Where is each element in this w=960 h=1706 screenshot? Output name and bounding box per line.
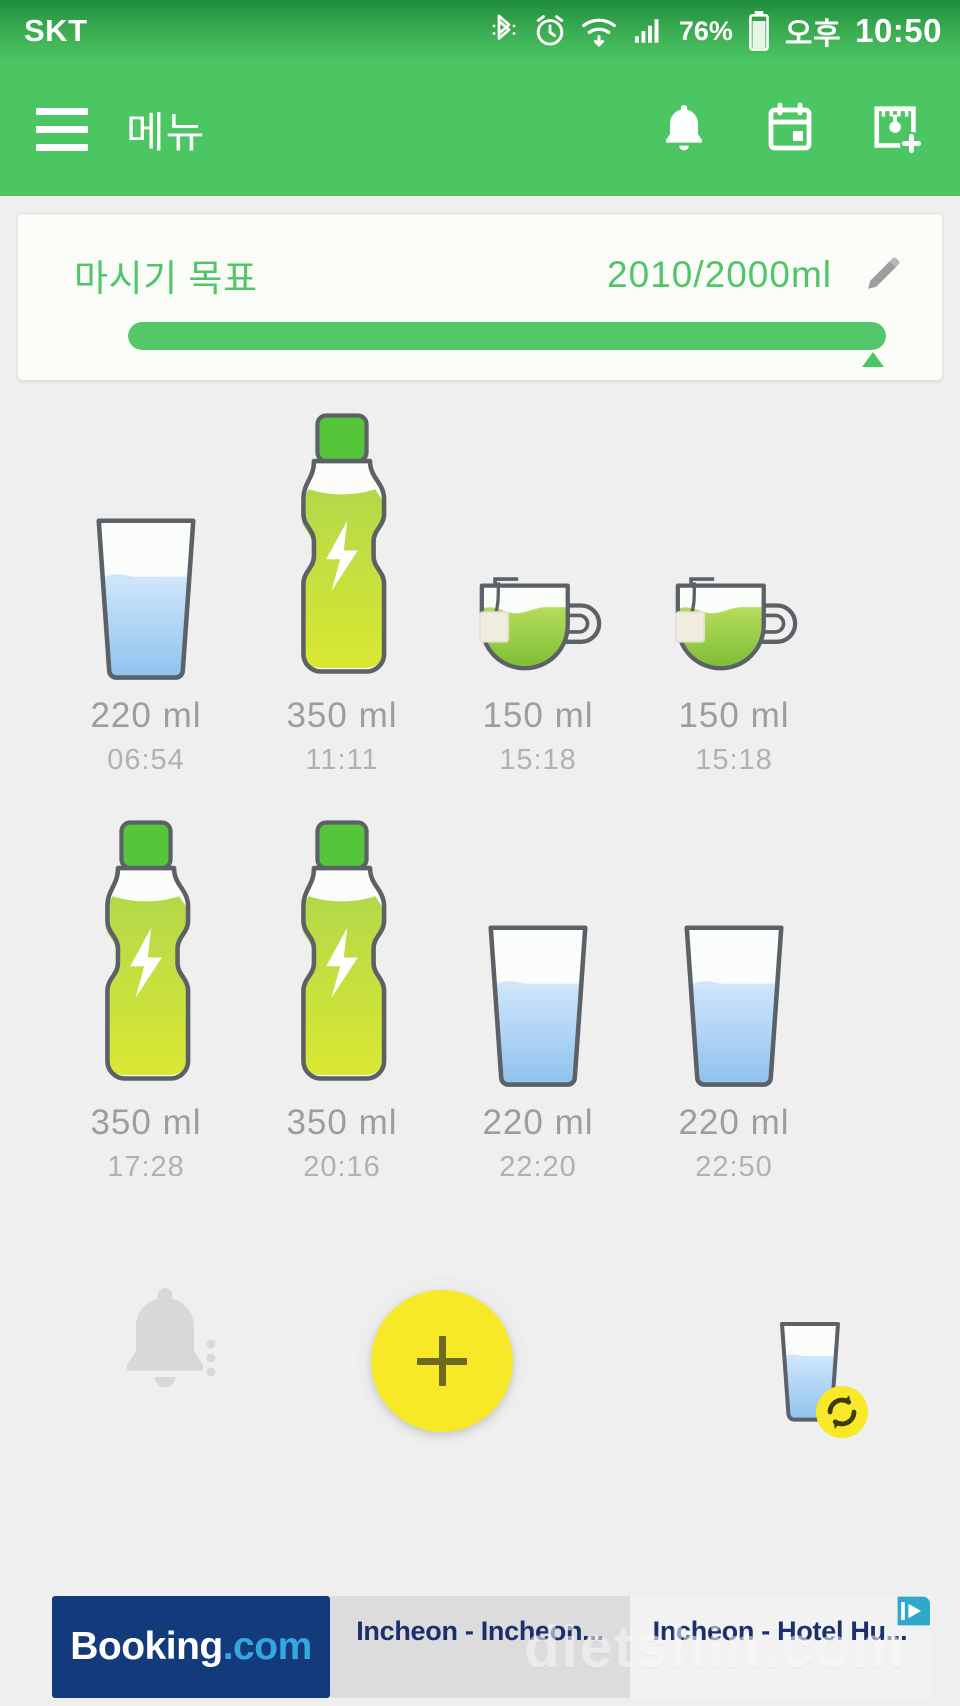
- drink-entry[interactable]: 220 ml 22:50: [636, 799, 832, 1184]
- drink-entry[interactable]: 150 ml 15:18: [440, 392, 636, 777]
- plus-icon-vertical: [438, 1336, 446, 1386]
- calendar-icon[interactable]: [764, 101, 816, 157]
- drink-amount: 220 ml: [482, 1103, 594, 1142]
- app-root: SKT 76% 오후 10:50 메뉴 마시기 목표 2010/2000ml 2…: [0, 0, 960, 1706]
- drink-log-grid: 220 ml 06:54 350 ml 11:11 150 ml 15:18 1…: [0, 392, 960, 1184]
- ad-listing-2-text: Incheon - Hotel Hu...: [652, 1616, 908, 1646]
- bell-reminder-icon: [127, 1288, 216, 1388]
- progress-track: [128, 322, 886, 350]
- ad-brand-logo[interactable]: Booking.com: [52, 1596, 330, 1698]
- quick-add-button[interactable]: [754, 1312, 874, 1442]
- ad-brand-suffix: .com: [222, 1625, 313, 1668]
- pencil-icon[interactable]: [860, 253, 904, 297]
- clock-label: 10:50: [855, 12, 942, 49]
- app-bar: 메뉴: [0, 62, 960, 196]
- drink-entry[interactable]: 220 ml 06:54: [48, 392, 244, 777]
- bluetooth-icon: [492, 14, 516, 40]
- drink-time: 20:16: [303, 1151, 381, 1183]
- glass-refresh-icon: [780, 1322, 868, 1438]
- drink-icon-box: [275, 392, 409, 682]
- adchoices-icon[interactable]: [894, 1596, 930, 1626]
- goal-amount: 2010/2000ml: [607, 254, 832, 295]
- drink-entry[interactable]: 150 ml 15:18: [636, 392, 832, 777]
- ad-brand-text: Booking.com: [70, 1625, 312, 1669]
- water-glass-icon: [684, 925, 784, 1087]
- sports-drink-bottle-icon: [105, 820, 191, 1081]
- reminder-button[interactable]: [105, 1272, 225, 1402]
- drink-amount: 350 ml: [286, 696, 398, 735]
- drink-time: 06:54: [107, 744, 185, 776]
- drink-entry[interactable]: 350 ml 17:28: [48, 799, 244, 1184]
- goal-label: 마시기 목표: [74, 258, 258, 299]
- drink-time: 22:20: [499, 1151, 577, 1183]
- progress-marker-icon: [862, 352, 884, 367]
- tea-cup-icon: [675, 577, 798, 671]
- drink-amount: 150 ml: [482, 696, 594, 735]
- drink-time: 17:28: [107, 1151, 185, 1183]
- signal-icon: [634, 19, 659, 43]
- drink-amount: 150 ml: [678, 696, 790, 735]
- alarm-icon: [536, 15, 564, 46]
- goal-header: 마시기 목표 2010/2000ml: [18, 214, 942, 302]
- ad-banner[interactable]: Booking.com Incheon - Incheon... Incheon…: [0, 1590, 960, 1706]
- drink-time: 11:11: [305, 744, 379, 776]
- status-icons: 76% 오후 10:50: [489, 9, 942, 53]
- add-drink-icon[interactable]: [870, 100, 924, 158]
- drink-amount: 220 ml: [90, 696, 202, 735]
- drink-time: 22:50: [695, 1151, 773, 1183]
- hamburger-menu-icon[interactable]: [36, 107, 88, 151]
- wifi-icon: [581, 18, 616, 48]
- drink-icon-box: [671, 799, 797, 1089]
- sports-drink-bottle-icon: [301, 820, 387, 1081]
- battery-icon: [749, 11, 769, 51]
- app-bar-actions: [658, 100, 932, 158]
- tea-cup-icon: [479, 577, 602, 671]
- goal-progress: [128, 322, 886, 367]
- progress-fill: [128, 322, 886, 350]
- drink-icon-box: [462, 392, 614, 682]
- drink-entry[interactable]: 220 ml 22:20: [440, 799, 636, 1184]
- ad-listing-1[interactable]: Incheon - Incheon...: [330, 1596, 630, 1698]
- add-drink-fab[interactable]: [371, 1290, 513, 1432]
- goal-card[interactable]: 마시기 목표 2010/2000ml: [17, 213, 943, 381]
- drink-row: 350 ml 17:28 350 ml 20:16 220 ml 22:20 2…: [0, 799, 960, 1184]
- drink-entry[interactable]: 350 ml 20:16: [244, 799, 440, 1184]
- water-glass-icon: [96, 518, 196, 680]
- ad-brand-name: Booking: [70, 1625, 223, 1668]
- carrier-label: SKT: [24, 13, 88, 48]
- drink-time: 15:18: [695, 744, 773, 776]
- drink-amount: 220 ml: [678, 1103, 790, 1142]
- bell-icon[interactable]: [658, 101, 710, 157]
- drink-icon-box: [475, 799, 601, 1089]
- page-title: 메뉴: [126, 108, 206, 156]
- drink-icon-box: [79, 799, 213, 1089]
- drink-amount: 350 ml: [90, 1103, 202, 1142]
- drink-icon-box: [658, 392, 810, 682]
- water-glass-icon: [488, 925, 588, 1087]
- am-pm-label: 오후: [784, 18, 842, 51]
- ad-listing-1-text: Incheon - Incheon...: [356, 1616, 604, 1646]
- battery-percent-label: 76%: [678, 15, 733, 46]
- drink-row: 220 ml 06:54 350 ml 11:11 150 ml 15:18 1…: [0, 392, 960, 777]
- drink-entry[interactable]: 350 ml 11:11: [244, 392, 440, 777]
- drink-icon-box: [275, 799, 409, 1089]
- drink-amount: 350 ml: [286, 1103, 398, 1142]
- sports-drink-bottle-icon: [301, 413, 387, 674]
- status-bar: SKT 76% 오후 10:50: [0, 0, 960, 62]
- ad-listing-2[interactable]: Incheon - Hotel Hu...: [630, 1596, 930, 1698]
- drink-time: 15:18: [499, 744, 577, 776]
- drink-icon-box: [83, 392, 209, 682]
